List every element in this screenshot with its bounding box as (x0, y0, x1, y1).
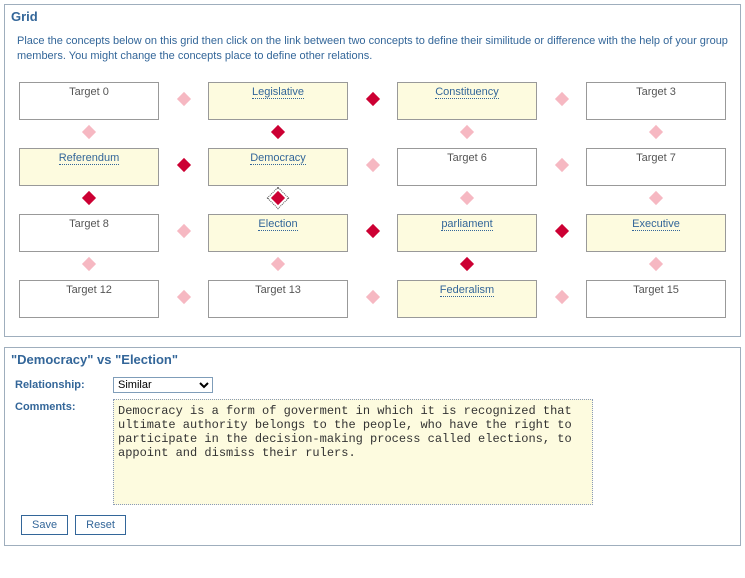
diamond-icon[interactable] (82, 191, 96, 205)
diamond-icon[interactable] (554, 158, 568, 172)
grid-cell[interactable]: Legislative (208, 82, 348, 120)
concept-grid: Target 0 Legislative Constituency Target 3 R… (5, 74, 740, 336)
concept-link[interactable]: parliament (441, 218, 492, 231)
grid-cell[interactable]: Target 12 (19, 280, 159, 318)
relationship-label: Relationship: (15, 377, 113, 391)
diamond-icon[interactable] (554, 92, 568, 106)
grid-panel: Grid Place the concepts below on this gr… (4, 4, 741, 337)
diamond-icon[interactable] (460, 191, 474, 205)
grid-cell[interactable]: Target 13 (208, 280, 348, 318)
relationship-select[interactable]: Similar (113, 377, 213, 393)
grid-cell[interactable]: Target 8 (19, 214, 159, 252)
comments-textarea[interactable] (113, 399, 593, 505)
grid-cell[interactable]: Executive (586, 214, 726, 252)
concept-link[interactable]: Election (258, 218, 297, 231)
reset-button[interactable]: Reset (75, 515, 126, 535)
grid-cell[interactable]: Target 0 (19, 82, 159, 120)
compare-panel: "Democracy" vs "Election" Relationship: … (4, 347, 741, 546)
grid-cell[interactable]: Constituency (397, 82, 537, 120)
concept-link[interactable]: Federalism (440, 284, 494, 297)
concept-link[interactable]: Democracy (250, 152, 306, 165)
grid-cell[interactable]: Election (208, 214, 348, 252)
diamond-icon[interactable] (82, 125, 96, 139)
diamond-icon[interactable] (554, 290, 568, 304)
concept-link[interactable]: Referendum (59, 152, 120, 165)
diamond-icon[interactable] (649, 191, 663, 205)
grid-cell[interactable]: Target 15 (586, 280, 726, 318)
diamond-icon[interactable] (460, 257, 474, 271)
grid-cell[interactable]: Target 7 (586, 148, 726, 186)
grid-panel-title: Grid (5, 5, 740, 28)
diamond-icon[interactable] (460, 125, 474, 139)
diamond-icon[interactable] (649, 257, 663, 271)
diamond-icon[interactable] (271, 257, 285, 271)
diamond-icon[interactable] (649, 125, 663, 139)
grid-cell[interactable]: Target 3 (586, 82, 726, 120)
diamond-icon[interactable] (365, 290, 379, 304)
diamond-icon[interactable] (365, 92, 379, 106)
diamond-icon[interactable] (176, 290, 190, 304)
grid-cell[interactable]: Federalism (397, 280, 537, 318)
diamond-icon[interactable] (365, 158, 379, 172)
diamond-icon[interactable] (176, 158, 190, 172)
grid-cell[interactable]: Democracy (208, 148, 348, 186)
concept-link[interactable]: Executive (632, 218, 680, 231)
diamond-icon[interactable] (271, 125, 285, 139)
diamond-icon[interactable] (176, 92, 190, 106)
concept-link[interactable]: Legislative (252, 86, 304, 99)
diamond-icon[interactable] (176, 224, 190, 238)
compare-title: "Democracy" vs "Election" (5, 348, 740, 371)
grid-cell[interactable]: Referendum (19, 148, 159, 186)
comments-label: Comments: (15, 399, 113, 413)
diamond-icon[interactable] (271, 191, 285, 205)
save-button[interactable]: Save (21, 515, 68, 535)
grid-cell[interactable]: Target 6 (397, 148, 537, 186)
diamond-icon[interactable] (365, 224, 379, 238)
concept-link[interactable]: Constituency (435, 86, 499, 99)
grid-cell[interactable]: parliament (397, 214, 537, 252)
grid-instructions: Place the concepts below on this grid th… (5, 28, 740, 74)
diamond-icon[interactable] (554, 224, 568, 238)
diamond-icon[interactable] (82, 257, 96, 271)
